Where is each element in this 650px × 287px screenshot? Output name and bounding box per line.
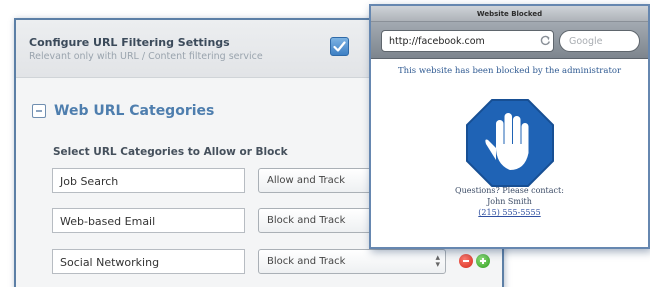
blocked-site-browser-window: Website Blocked http://facebook.com Goog…	[369, 4, 650, 249]
reload-icon[interactable]	[538, 33, 553, 48]
browser-title: Website Blocked	[371, 6, 648, 22]
search-input[interactable]: Google	[559, 30, 640, 52]
checkmark-icon	[333, 41, 346, 52]
blocked-message: This website has been blocked by the adm…	[397, 66, 622, 76]
action-select-value: Block and Track	[267, 215, 346, 226]
minus-icon	[463, 260, 469, 262]
action-select-value: Allow and Track	[267, 175, 346, 186]
action-select-value: Block and Track	[267, 256, 346, 267]
category-field[interactable]: Job Search	[52, 168, 245, 193]
section-title: Web URL Categories	[54, 102, 215, 119]
action-select[interactable]: Block and Track ▴ ▾	[258, 249, 446, 274]
add-row-button[interactable]	[476, 254, 490, 268]
contact-phone-link[interactable]: (215) 555-5555	[371, 208, 648, 217]
browser-toolbar: http://facebook.com Google	[371, 22, 648, 59]
url-text: http://facebook.com	[389, 36, 485, 47]
search-placeholder: Google	[569, 36, 603, 47]
category-field[interactable]: Web-based Email	[52, 208, 245, 233]
contact-prompt: Questions? Please contact:	[455, 186, 564, 195]
minus-icon	[36, 109, 42, 112]
select-arrows-icon: ▴ ▾	[435, 253, 440, 270]
plus-icon	[480, 258, 486, 264]
stop-hand-icon	[466, 99, 554, 187]
contact-name: John Smith	[487, 197, 532, 206]
category-field[interactable]: Social Networking	[52, 249, 245, 274]
remove-row-button[interactable]	[459, 254, 473, 268]
enable-filtering-checkbox[interactable]	[330, 37, 349, 56]
url-bar[interactable]: http://facebook.com	[381, 30, 554, 52]
collapse-section-button[interactable]	[32, 103, 46, 118]
